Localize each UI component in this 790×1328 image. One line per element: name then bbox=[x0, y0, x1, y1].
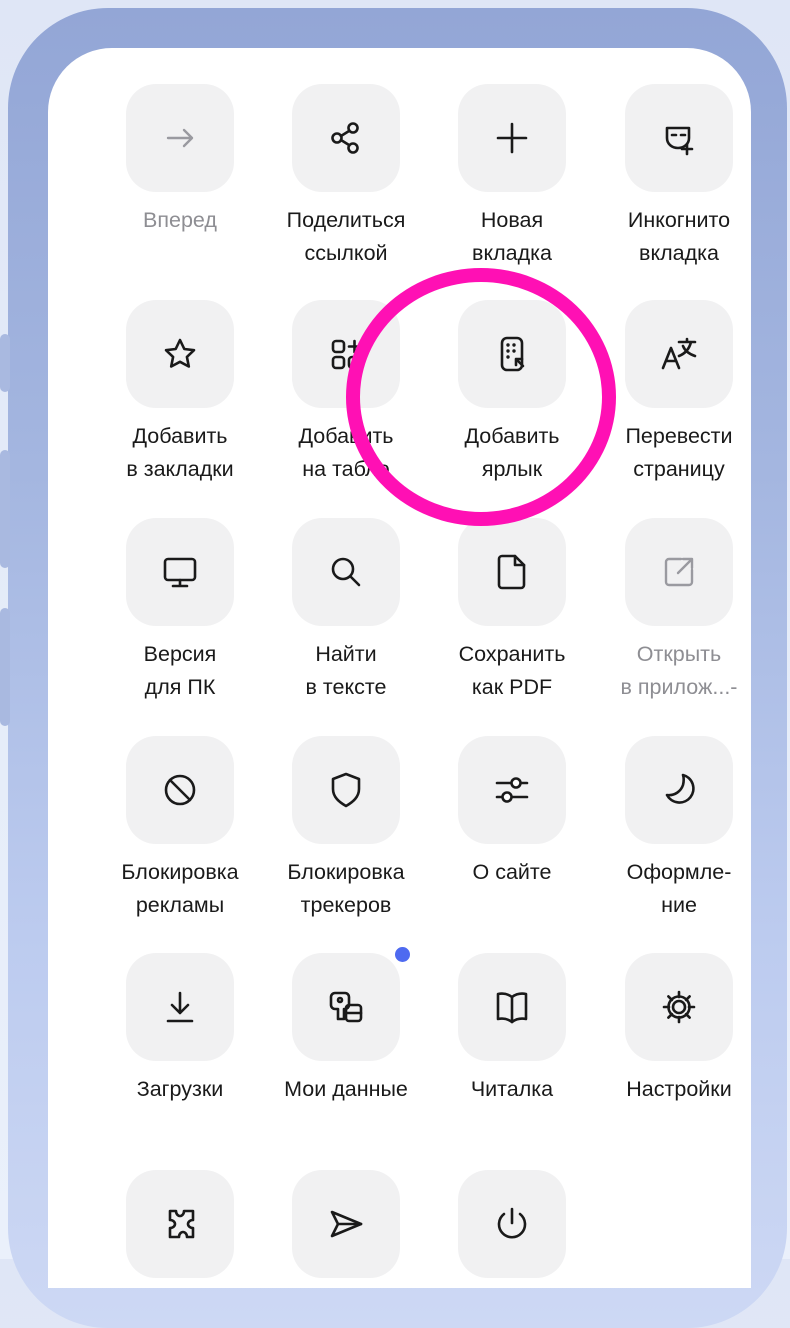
arrow-right-icon bbox=[158, 116, 202, 160]
menu-item-label: Читалка bbox=[470, 1077, 554, 1101]
menu-item-label: Новая вкладка bbox=[472, 208, 552, 265]
star-icon bbox=[158, 332, 202, 376]
menu-tile-theme[interactable] bbox=[625, 736, 733, 844]
volume-button bbox=[0, 334, 10, 392]
menu-tile-pdf[interactable] bbox=[458, 518, 566, 626]
menu-tile-my-data[interactable] bbox=[292, 953, 400, 1061]
menu-tile-forward[interactable] bbox=[126, 84, 234, 192]
moon-icon bbox=[657, 768, 701, 812]
menu-item-label: Настройки bbox=[626, 1077, 732, 1101]
menu-item-label: Версия для ПК bbox=[143, 642, 217, 699]
search-icon bbox=[324, 550, 368, 594]
menu-tile-find[interactable] bbox=[292, 518, 400, 626]
incognito-mask-icon bbox=[657, 116, 701, 160]
menu-item-label: Добавить на табло bbox=[298, 424, 394, 481]
menu-item-label: Перевести страницу bbox=[625, 424, 733, 481]
menu-item-label: Поделиться ссылкой bbox=[286, 208, 406, 265]
menu-tile-bookmark[interactable] bbox=[126, 300, 234, 408]
menu-tile-reader[interactable] bbox=[458, 953, 566, 1061]
sliders-icon bbox=[490, 768, 534, 812]
shield-icon bbox=[324, 768, 368, 812]
menu-tile-desktop[interactable] bbox=[126, 518, 234, 626]
menu-tile-send[interactable] bbox=[292, 1170, 400, 1278]
menu-tile-new-tab[interactable] bbox=[458, 84, 566, 192]
menu-tile-extensions[interactable] bbox=[126, 1170, 234, 1278]
menu-item-label: Оформле- ние bbox=[626, 860, 732, 917]
translate-icon bbox=[657, 332, 701, 376]
menu-item-label: Найти в тексте bbox=[305, 642, 387, 699]
open-external-icon bbox=[657, 550, 701, 594]
menu-tile-incognito[interactable] bbox=[625, 84, 733, 192]
menu-tile-translate[interactable] bbox=[625, 300, 733, 408]
menu-item-label: Блокировка трекеров bbox=[287, 860, 405, 917]
menu-tile-adblock[interactable] bbox=[126, 736, 234, 844]
monitor-icon bbox=[158, 550, 202, 594]
menu-tile-settings[interactable] bbox=[625, 953, 733, 1061]
menu-item-label: Инкогнито вкладка bbox=[627, 208, 731, 265]
add-widget-icon bbox=[324, 332, 368, 376]
menu-item-label: О сайте bbox=[472, 860, 552, 884]
paper-plane-icon bbox=[324, 1202, 368, 1246]
menu-tile-trackers[interactable] bbox=[292, 736, 400, 844]
puzzle-icon bbox=[158, 1202, 202, 1246]
menu-tile-share[interactable] bbox=[292, 84, 400, 192]
power-icon bbox=[490, 1202, 534, 1246]
menu-item-label: Добавить в закладки bbox=[126, 424, 234, 481]
add-shortcut-icon bbox=[490, 332, 534, 376]
plus-icon bbox=[490, 116, 534, 160]
menu-tile-downloads[interactable] bbox=[126, 953, 234, 1061]
menu-tile-open-app[interactable] bbox=[625, 518, 733, 626]
block-icon bbox=[158, 768, 202, 812]
menu-tile-shortcut[interactable] bbox=[458, 300, 566, 408]
menu-tile-tableau[interactable] bbox=[292, 300, 400, 408]
menu-item-label: Загрузки bbox=[136, 1077, 224, 1101]
gear-icon bbox=[657, 985, 701, 1029]
notification-dot bbox=[395, 947, 410, 962]
menu-item-label: Мои данные bbox=[284, 1077, 408, 1101]
menu-item-label: Открыть в прилож...- bbox=[620, 642, 738, 699]
side-button bbox=[0, 608, 10, 726]
share-icon bbox=[324, 116, 368, 160]
menu-item-label: Вперед bbox=[143, 208, 217, 232]
download-icon bbox=[158, 985, 202, 1029]
document-icon bbox=[490, 550, 534, 594]
book-icon bbox=[490, 985, 534, 1029]
side-button bbox=[0, 450, 10, 568]
menu-item-label: Добавить ярлык bbox=[464, 424, 560, 481]
menu-item-label: Сохранить как PDF bbox=[458, 642, 566, 699]
key-card-icon bbox=[324, 985, 368, 1029]
browser-menu-screen: Вперед Поделиться ссылкой Новая вкладка Инк… bbox=[48, 48, 751, 1288]
menu-tile-exit[interactable] bbox=[458, 1170, 566, 1278]
menu-tile-site-info[interactable] bbox=[458, 736, 566, 844]
menu-item-label: Блокировка рекламы bbox=[121, 860, 239, 917]
